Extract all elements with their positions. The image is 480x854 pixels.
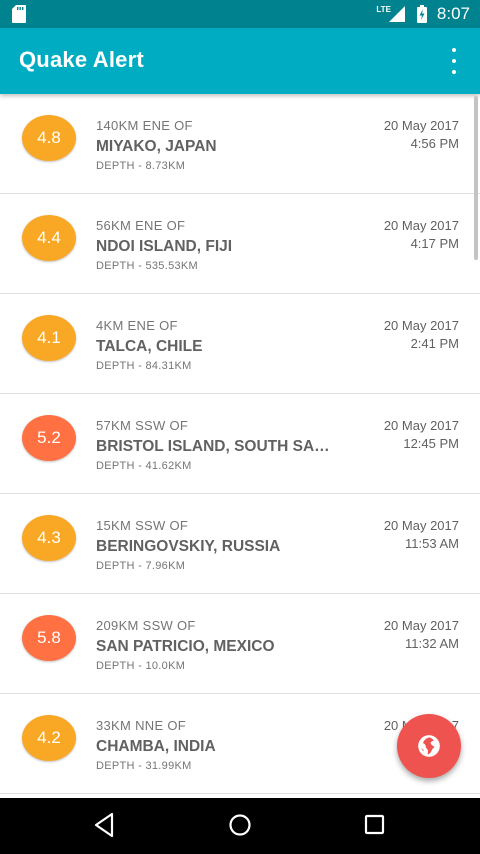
quake-depth: DEPTH - 8.73KM: [96, 160, 186, 172]
quake-list-item[interactable]: 4.4 56KM ENE OF NDOI ISLAND, FIJI DEPTH …: [0, 194, 480, 294]
quake-depth: DEPTH - 535.53KM: [96, 260, 199, 272]
app-title: Quake Alert: [19, 47, 144, 72]
location-offset: 15KM SSW OF: [96, 518, 189, 533]
quake-date: 20 May 2017: [383, 518, 459, 533]
magnitude-badge: 4.1: [22, 315, 76, 361]
quake-date: 20 May 2017: [383, 618, 459, 633]
quake-list-item[interactable]: 4.3 15KM SSW OF BERINGOVSKIY, RUSSIA DEP…: [0, 494, 480, 594]
magnitude-badge: 4.4: [22, 215, 76, 261]
magnitude-badge: 4.8: [22, 115, 76, 161]
quake-time: 11:53 AM: [405, 536, 459, 551]
magnitude-badge: 4.2: [22, 715, 76, 761]
quake-list-item[interactable]: 5.8 209KM SSW OF SAN PATRICIO, MEXICO DE…: [0, 594, 480, 694]
quake-list-item[interactable]: 4.1 4KM ENE OF TALCA, CHILE DEPTH - 84.3…: [0, 294, 480, 394]
quake-depth: DEPTH - 41.62KM: [96, 460, 192, 472]
location-offset: 57KM SSW OF: [96, 418, 189, 433]
quake-time: 11:32 AM: [405, 636, 459, 651]
location-primary: SAN PATRICIO, MEXICO: [96, 638, 275, 655]
quake-depth: DEPTH - 7.96KM: [96, 560, 186, 572]
quake-time: 4:56 PM: [410, 136, 459, 151]
location-offset: 209KM SSW OF: [96, 618, 196, 633]
status-bar: LTE 8:07: [0, 0, 480, 28]
quake-time: 2:41 PM: [410, 336, 459, 351]
magnitude-badge: 4.3: [22, 515, 76, 561]
app-bar: Quake Alert: [0, 28, 480, 94]
location-primary: BRISTOL ISLAND, SOUTH SAN…: [96, 438, 336, 455]
back-triangle-icon[interactable]: [93, 812, 117, 838]
location-offset: 140KM ENE OF: [96, 118, 193, 133]
location-primary: TALCA, CHILE: [96, 338, 203, 355]
more-vert-icon[interactable]: [442, 48, 466, 74]
sd-card-icon: [12, 5, 26, 23]
location-primary: MIYAKO, JAPAN: [96, 138, 217, 155]
quake-list-item[interactable]: 4.8 140KM ENE OF MIYAKO, JAPAN DEPTH - 8…: [0, 94, 480, 194]
location-offset: 4KM ENE OF: [96, 318, 178, 333]
quake-time: 4:17 PM: [410, 236, 459, 251]
quake-date: 20 May 2017: [383, 318, 459, 333]
quake-date: 20 May 2017: [383, 218, 459, 233]
quake-time: 12:45 PM: [403, 436, 459, 451]
quake-list-item[interactable]: 5.2 57KM SSW OF BRISTOL ISLAND, SOUTH SA…: [0, 394, 480, 494]
nav-bar: [0, 798, 480, 854]
quake-list[interactable]: 4.8 140KM ENE OF MIYAKO, JAPAN DEPTH - 8…: [0, 94, 480, 798]
home-circle-icon[interactable]: [228, 812, 252, 838]
quake-date: 20 May 2017: [383, 118, 459, 133]
magnitude-badge: 5.2: [22, 415, 76, 461]
location-offset: 56KM ENE OF: [96, 218, 186, 233]
quake-date: 20 May 2017: [383, 418, 459, 433]
quake-depth: DEPTH - 84.31KM: [96, 360, 192, 372]
map-fab-button[interactable]: [397, 714, 461, 778]
location-primary: NDOI ISLAND, FIJI: [96, 238, 233, 255]
location-primary: BERINGOVSKIY, RUSSIA: [96, 538, 281, 555]
quake-depth: DEPTH - 10.0KM: [96, 660, 186, 672]
location-offset: 33KM NNE OF: [96, 718, 186, 733]
location-primary: CHAMBA, INDIA: [96, 738, 216, 755]
battery-charging-icon: [416, 5, 427, 23]
recents-square-icon[interactable]: [364, 812, 386, 838]
magnitude-badge: 5.8: [22, 615, 76, 661]
quake-depth: DEPTH - 31.99KM: [96, 760, 192, 772]
scrollbar[interactable]: [474, 96, 478, 260]
clock: 8:07: [436, 4, 470, 23]
network-type: LTE: [376, 4, 391, 14]
signal-icon: [388, 6, 405, 22]
globe-icon: [418, 735, 440, 757]
